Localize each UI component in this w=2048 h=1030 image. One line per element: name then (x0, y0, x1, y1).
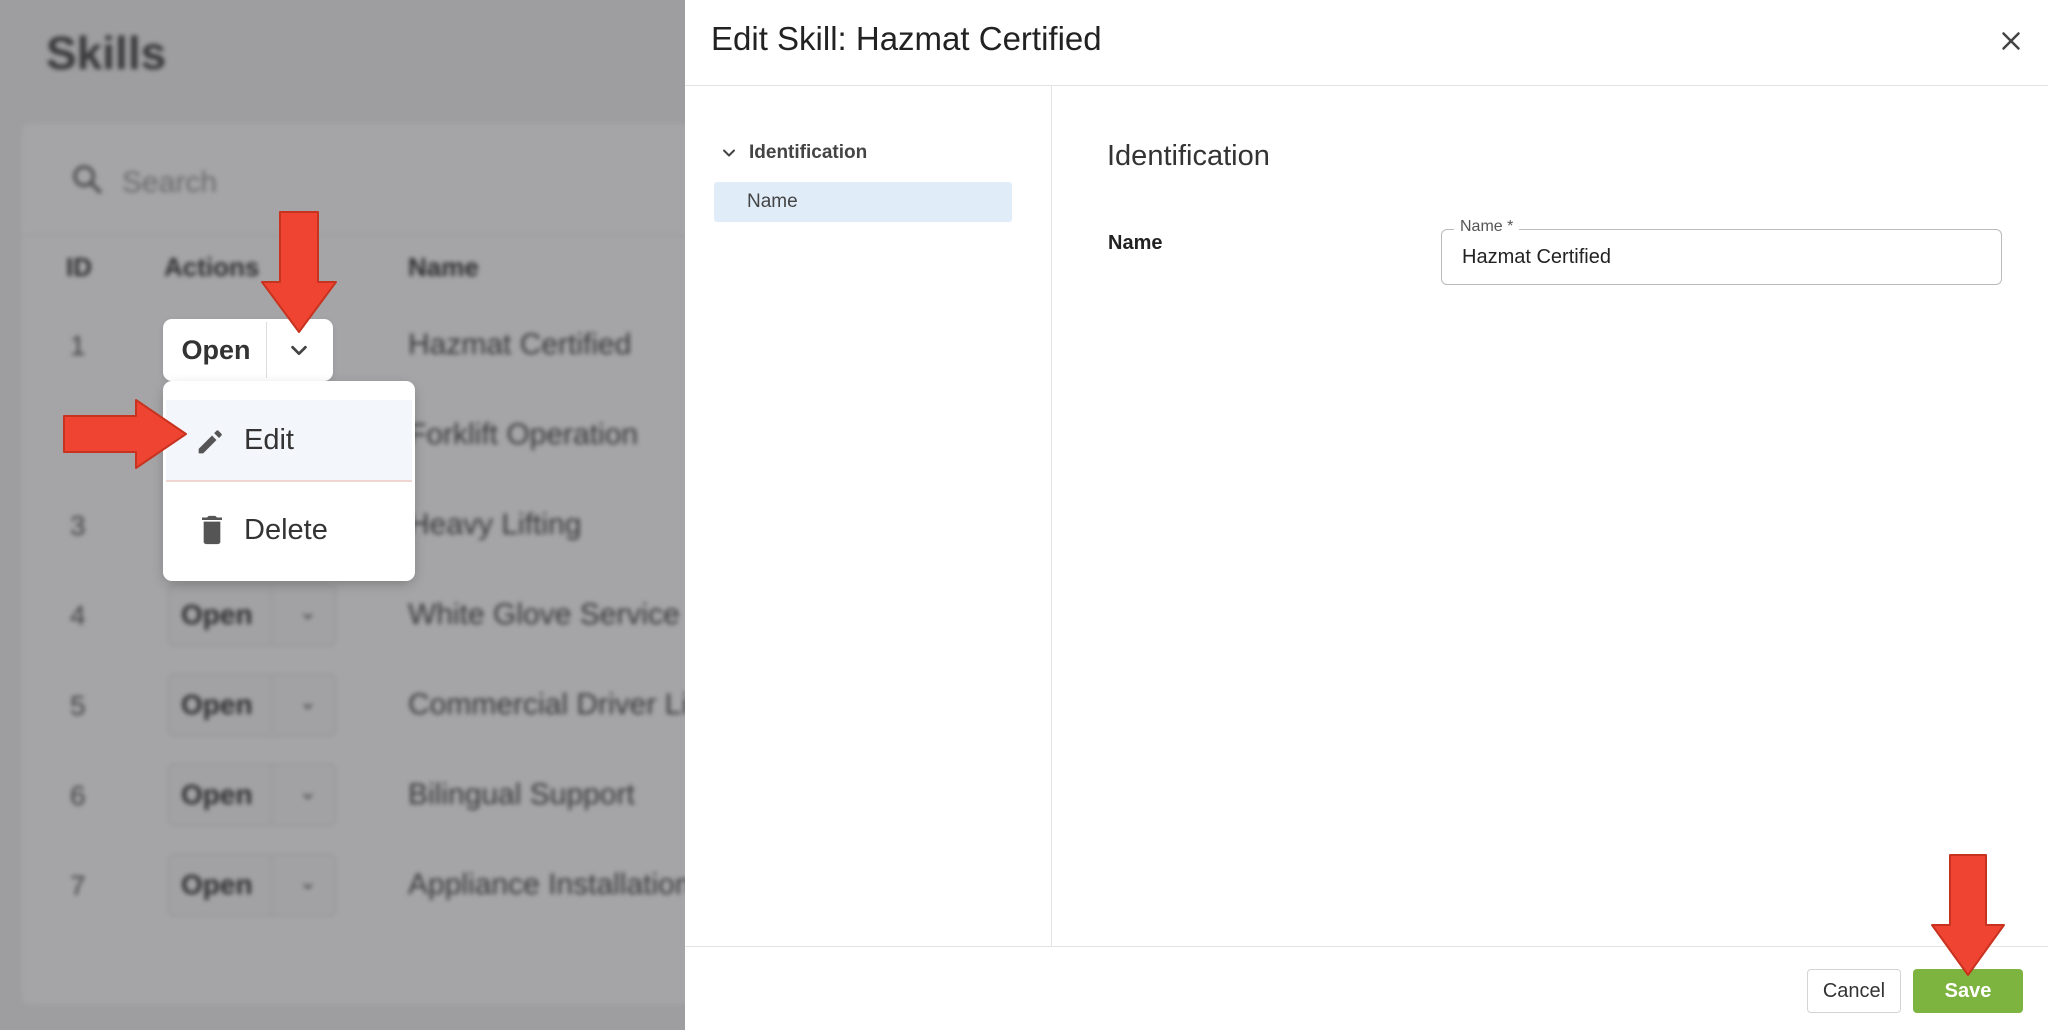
modal-form: Identification Name Name * Hazmat Certif… (1053, 86, 2048, 946)
menu-item-edit[interactable]: Edit (166, 400, 412, 480)
pencil-icon (198, 430, 222, 454)
modal-header: Edit Skill: Hazmat Certified (685, 0, 2048, 86)
name-field[interactable]: Name * Hazmat Certified (1441, 218, 2002, 285)
close-icon[interactable] (1996, 26, 2026, 56)
chevron-down-icon (723, 149, 735, 157)
cancel-button[interactable]: Cancel (1807, 969, 1901, 1013)
name-field-value[interactable]: Hazmat Certified (1462, 246, 1611, 269)
name-field-legend: Name * (1454, 218, 1520, 236)
section-title: Identification (1107, 140, 1270, 172)
open-button[interactable]: Open (166, 322, 266, 378)
modal-title: Edit Skill: Hazmat Certified (711, 20, 1102, 57)
menu-item-delete[interactable]: Delete (166, 490, 412, 570)
arrow-down-icon (1931, 854, 2005, 976)
menu-item-delete-label: Delete (244, 513, 328, 546)
menu-item-edit-label: Edit (244, 423, 294, 456)
trash-icon (202, 515, 222, 545)
modal-footer: Cancel Save (685, 946, 2048, 1030)
nav-group-identification[interactable]: Identification (719, 142, 867, 164)
arrow-right-icon (63, 399, 187, 469)
edit-skill-modal: Edit Skill: Hazmat Certified Identificat… (685, 0, 2048, 1030)
modal-section-nav: Identification Name (685, 86, 1052, 946)
nav-item-name[interactable]: Name (714, 182, 1012, 222)
menu-divider (166, 480, 412, 482)
field-label-name: Name (1108, 232, 1163, 254)
arrow-down-icon (261, 211, 337, 333)
actions-dropdown-menu: Edit Delete (166, 384, 412, 578)
nav-item-label: Name (747, 191, 798, 212)
chevron-down-icon (290, 345, 307, 356)
nav-group-label: Identification (749, 142, 868, 163)
